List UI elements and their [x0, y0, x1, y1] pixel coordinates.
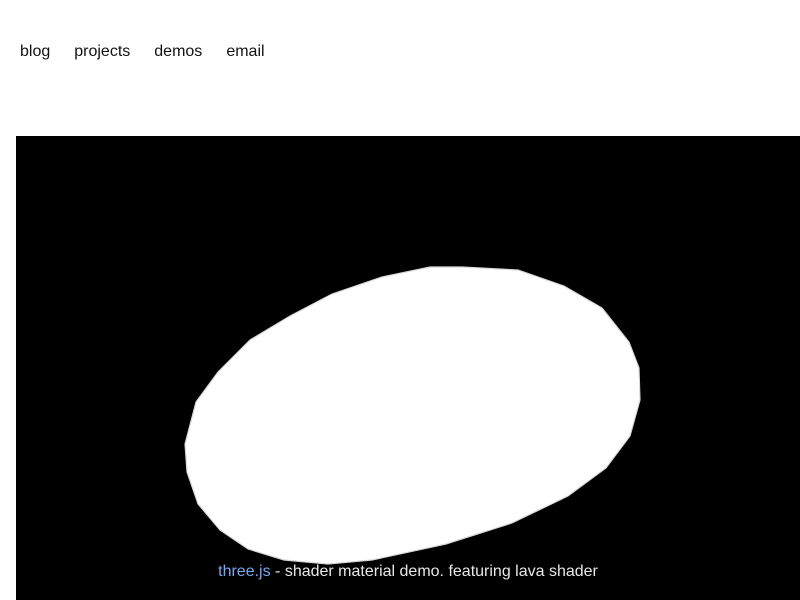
nav-link-blog[interactable]: blog [20, 42, 50, 62]
top-navigation: blog projects demos email [20, 42, 265, 62]
nav-link-demos[interactable]: demos [154, 42, 202, 62]
shader-sphere [184, 266, 641, 565]
nav-link-email[interactable]: email [226, 42, 264, 62]
caption-text: - shader material demo. featuring lava s… [270, 563, 598, 580]
threejs-link[interactable]: three.js [218, 563, 270, 580]
webgl-canvas[interactable]: three.js - shader material demo. featuri… [16, 136, 800, 600]
nav-link-projects[interactable]: projects [74, 42, 130, 62]
demo-caption: three.js - shader material demo. featuri… [16, 562, 800, 582]
